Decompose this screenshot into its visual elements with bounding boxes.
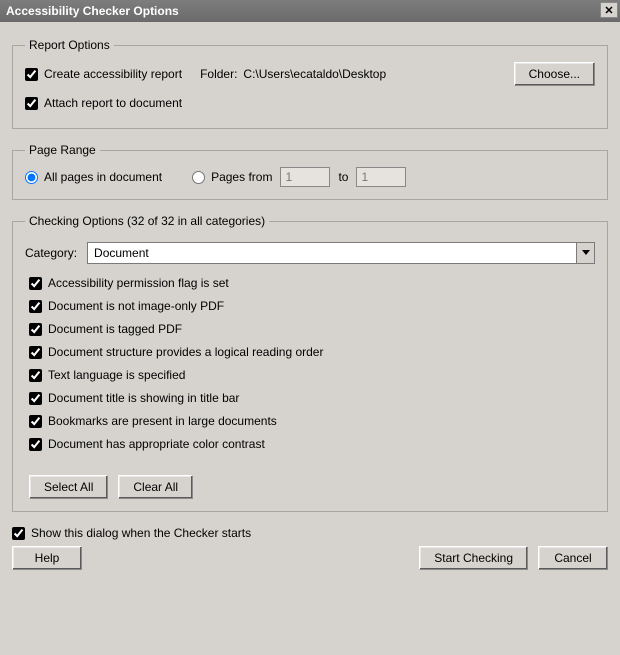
category-select[interactable]: Document	[87, 242, 595, 264]
checking-option-label: Text language is specified	[48, 368, 185, 382]
checking-option-checkbox[interactable]	[29, 415, 42, 428]
checking-options-group: Checking Options (32 of 32 in all catego…	[12, 214, 608, 512]
checking-option-item: Bookmarks are present in large documents	[29, 414, 595, 428]
show-dialog-label: Show this dialog when the Checker starts	[31, 526, 251, 540]
checking-option-label: Document is not image-only PDF	[48, 299, 224, 313]
window-title: Accessibility Checker Options	[6, 4, 179, 18]
checking-option-checkbox[interactable]	[29, 346, 42, 359]
checking-option-item: Document structure provides a logical re…	[29, 345, 595, 359]
category-value: Document	[94, 246, 149, 260]
all-pages-radio-label[interactable]: All pages in document	[25, 170, 162, 184]
start-checking-button[interactable]: Start Checking	[419, 546, 528, 570]
page-to-label: to	[338, 170, 348, 184]
report-options-group: Report Options Create accessibility repo…	[12, 38, 608, 129]
page-to-input[interactable]	[356, 167, 406, 187]
checking-option-item: Document is not image-only PDF	[29, 299, 595, 313]
category-label: Category:	[25, 246, 77, 260]
checking-option-checkbox[interactable]	[29, 323, 42, 336]
choose-folder-button[interactable]: Choose...	[514, 62, 595, 86]
show-dialog-checkbox[interactable]	[12, 527, 25, 540]
checking-option-checkbox[interactable]	[29, 277, 42, 290]
checking-option-label: Document title is showing in title bar	[48, 391, 239, 405]
create-report-checkbox[interactable]	[25, 68, 38, 81]
checking-option-checkbox[interactable]	[29, 438, 42, 451]
checking-option-item: Document title is showing in title bar	[29, 391, 595, 405]
checking-option-label: Document has appropriate color contrast	[48, 437, 265, 451]
close-icon[interactable]: ✕	[600, 2, 618, 18]
page-range-legend: Page Range	[25, 143, 100, 157]
title-bar: Accessibility Checker Options ✕	[0, 0, 620, 22]
checking-option-item: Text language is specified	[29, 368, 595, 382]
page-range-group: Page Range All pages in document Pages f…	[12, 143, 608, 200]
chevron-down-icon	[576, 243, 594, 263]
select-all-button[interactable]: Select All	[29, 475, 108, 499]
help-button[interactable]: Help	[12, 546, 82, 570]
create-report-label: Create accessibility report	[44, 67, 182, 81]
checking-option-item: Document is tagged PDF	[29, 322, 595, 336]
checking-option-label: Bookmarks are present in large documents	[48, 414, 277, 428]
dialog-body: Report Options Create accessibility repo…	[0, 22, 620, 582]
cancel-button[interactable]: Cancel	[538, 546, 608, 570]
checking-option-checkbox[interactable]	[29, 369, 42, 382]
pages-from-radio-label[interactable]: Pages from	[192, 170, 272, 184]
checking-option-label: Document structure provides a logical re…	[48, 345, 323, 359]
checking-option-item: Document has appropriate color contrast	[29, 437, 595, 451]
checking-option-label: Accessibility permission flag is set	[48, 276, 229, 290]
folder-label: Folder:	[200, 67, 237, 81]
checking-option-item: Accessibility permission flag is set	[29, 276, 595, 290]
checking-option-checkbox[interactable]	[29, 392, 42, 405]
attach-report-checkbox[interactable]	[25, 97, 38, 110]
checking-option-checkbox[interactable]	[29, 300, 42, 313]
clear-all-button[interactable]: Clear All	[118, 475, 193, 499]
folder-path: C:\Users\ecataldo\Desktop	[243, 67, 386, 81]
checking-option-label: Document is tagged PDF	[48, 322, 182, 336]
checking-options-legend: Checking Options (32 of 32 in all catego…	[25, 214, 269, 228]
checking-options-list: Accessibility permission flag is set Docu…	[29, 276, 595, 451]
all-pages-radio[interactable]	[25, 171, 38, 184]
attach-report-label: Attach report to document	[44, 96, 182, 110]
pages-from-radio[interactable]	[192, 171, 205, 184]
page-from-input[interactable]	[280, 167, 330, 187]
report-options-legend: Report Options	[25, 38, 114, 52]
